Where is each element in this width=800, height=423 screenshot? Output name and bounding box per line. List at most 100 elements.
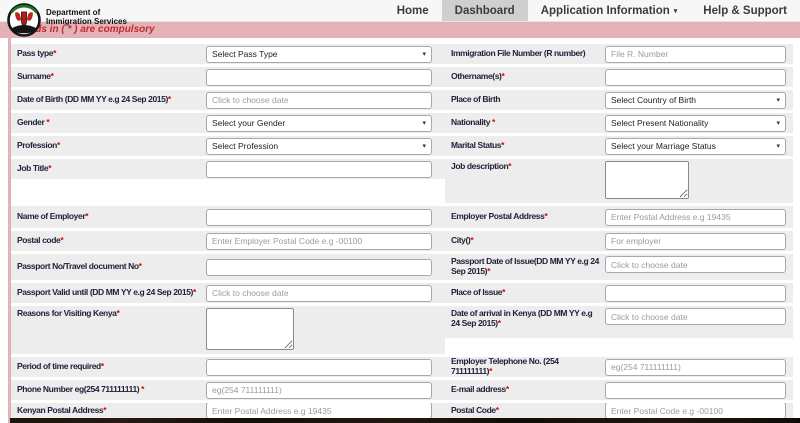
row-place-of-issue: Place of Issue* [445, 283, 793, 303]
period-of-time-label: Period of time required* [11, 362, 206, 372]
pass-type-select[interactable]: Select Pass Type ▾ [206, 46, 432, 63]
reasons-for-visiting-label: Reasons for Visiting Kenya* [11, 306, 206, 319]
gender-label: Gender * [11, 118, 206, 128]
nav-application-information[interactable]: Application Information ▾ [528, 0, 691, 21]
row-job-title: Job Title* [11, 159, 445, 179]
application-form: Pass type* Select Pass Type ▾ Surname* Da… [8, 38, 794, 423]
profession-label: Profession* [11, 141, 206, 151]
chevron-down-icon: ▾ [776, 142, 780, 150]
email-address-input[interactable] [605, 382, 786, 399]
row-kenyan-postal-address: Kenyan Postal Address* [11, 403, 445, 418]
row-surname: Surname* [11, 67, 445, 87]
row-othernames: Othername(s)* [445, 67, 793, 87]
job-description-textarea[interactable] [605, 161, 689, 199]
select-value: Select Pass Type [212, 49, 278, 59]
brand: Department of Immigration Services [6, 2, 127, 38]
reasons-for-visiting-textarea[interactable] [206, 308, 294, 350]
city-input[interactable] [605, 233, 786, 250]
nav-help-support[interactable]: Help & Support [690, 0, 800, 21]
row-nationality: Nationality * Select Present Nationality… [445, 113, 793, 133]
nationality-label: Nationality * [445, 118, 605, 128]
form-right-column: Immigration File Number (R number) Other… [445, 44, 793, 421]
employer-telephone-input[interactable] [605, 359, 786, 376]
select-value: Select Country of Birth [611, 95, 696, 105]
name-of-employer-label: Name of Employer* [11, 212, 206, 222]
pass-type-label: Pass type* [11, 49, 206, 59]
postal-code-right-input[interactable] [605, 403, 786, 418]
immigration-file-number-input[interactable] [605, 46, 786, 63]
job-description-label: Job description* [445, 159, 605, 172]
kenyan-postal-address-label: Kenyan Postal Address* [11, 406, 206, 416]
othernames-label: Othername(s)* [445, 72, 605, 82]
kenyan-postal-address-input[interactable] [206, 403, 432, 418]
chevron-down-icon: ▾ [422, 119, 426, 127]
footer-image-strip [10, 418, 800, 423]
employer-postal-address-input[interactable] [605, 209, 786, 226]
row-marital-status: Marital Status* Select your Marriage Sta… [445, 136, 793, 156]
row-email-address: E-mail address* [445, 380, 793, 400]
row-job-description: Job description* [445, 159, 793, 203]
row-postal-code-right: Postal Code* [445, 403, 793, 418]
city-label: City()* [445, 236, 605, 246]
row-period-of-time: Period of time required* [11, 357, 445, 377]
row-gender: Gender * Select your Gender ▾ [11, 113, 445, 133]
row-reasons-for-visiting: Reasons for Visiting Kenya* [11, 306, 445, 354]
job-title-input[interactable] [206, 161, 432, 178]
row-city: City()* [445, 231, 793, 251]
date-of-birth-label: Date of Birth (DD MM YY e.g 24 Sep 2015)… [11, 95, 206, 105]
nationality-select[interactable]: Select Present Nationality ▾ [605, 115, 786, 132]
place-of-birth-label: Place of Birth [445, 95, 605, 105]
period-of-time-input[interactable] [206, 359, 432, 376]
profession-select[interactable]: Select Profession ▾ [206, 138, 432, 155]
chevron-down-icon: ▾ [422, 142, 426, 150]
passport-no-input[interactable] [206, 259, 432, 276]
right-column-spacer [445, 341, 793, 354]
phone-number-label: Phone Number eg(254 711111111) * [11, 385, 206, 395]
employer-postal-address-label: Employer Postal Address* [445, 212, 605, 222]
marital-status-select[interactable]: Select your Marriage Status ▾ [605, 138, 786, 155]
postal-code-label: Postal code* [11, 236, 206, 246]
row-name-of-employer: Name of Employer* [11, 206, 445, 228]
select-value: Select your Gender [212, 118, 285, 128]
employer-telephone-label: Employer Telephone No. (254 711111111)* [445, 357, 605, 377]
select-value: Select your Marriage Status [611, 141, 716, 151]
othernames-input[interactable] [605, 69, 786, 86]
row-date-of-arrival: Date of arrival in Kenya (DD MM YY e.g 2… [445, 306, 793, 338]
chevron-down-icon: ▾ [776, 119, 780, 127]
postal-code-right-label: Postal Code* [445, 406, 605, 416]
row-passport-date-of-issue: Passport Date of Issue(DD MM YY e.g 24 S… [445, 254, 793, 280]
place-of-birth-select[interactable]: Select Country of Birth ▾ [605, 92, 786, 109]
place-of-issue-input[interactable] [605, 285, 786, 302]
row-passport-no: Passport No/Travel document No* [11, 254, 445, 280]
nav-home[interactable]: Home [384, 0, 442, 21]
phone-number-input[interactable] [206, 382, 432, 399]
date-of-birth-input[interactable] [206, 92, 432, 109]
nav-dashboard[interactable]: Dashboard [442, 0, 528, 21]
name-of-employer-input[interactable] [206, 209, 432, 226]
date-of-arrival-label: Date of arrival in Kenya (DD MM YY e.g 2… [445, 306, 605, 329]
row-employer-telephone: Employer Telephone No. (254 711111111)* [445, 357, 793, 377]
passport-no-label: Passport No/Travel document No* [11, 262, 206, 272]
form-left-column: Pass type* Select Pass Type ▾ Surname* Da… [11, 44, 445, 421]
passport-valid-until-input[interactable] [206, 285, 432, 302]
select-value: Select Profession [212, 141, 278, 151]
chevron-down-icon: ▾ [674, 7, 678, 15]
postal-code-input[interactable] [206, 233, 432, 250]
date-of-arrival-input[interactable] [605, 308, 786, 325]
row-immigration-file-number: Immigration File Number (R number) [445, 44, 793, 64]
row-phone-number: Phone Number eg(254 711111111) * [11, 380, 445, 400]
left-column-spacer [11, 182, 445, 203]
row-employer-postal-address: Employer Postal Address* [445, 206, 793, 228]
job-title-label: Job Title* [11, 164, 206, 174]
row-passport-valid-until: Passport Valid until (DD MM YY e.g 24 Se… [11, 283, 445, 303]
surname-label: Surname* [11, 72, 206, 82]
coat-of-arms-logo [6, 2, 42, 38]
gender-select[interactable]: Select your Gender ▾ [206, 115, 432, 132]
department-title-line1: Department of [46, 8, 127, 17]
select-value: Select Present Nationality [611, 118, 708, 128]
passport-date-of-issue-input[interactable] [605, 256, 786, 273]
chevron-down-icon: ▾ [776, 96, 780, 104]
surname-input[interactable] [206, 69, 432, 86]
department-title: Department of Immigration Services [46, 8, 127, 38]
chevron-down-icon: ▾ [422, 50, 426, 58]
